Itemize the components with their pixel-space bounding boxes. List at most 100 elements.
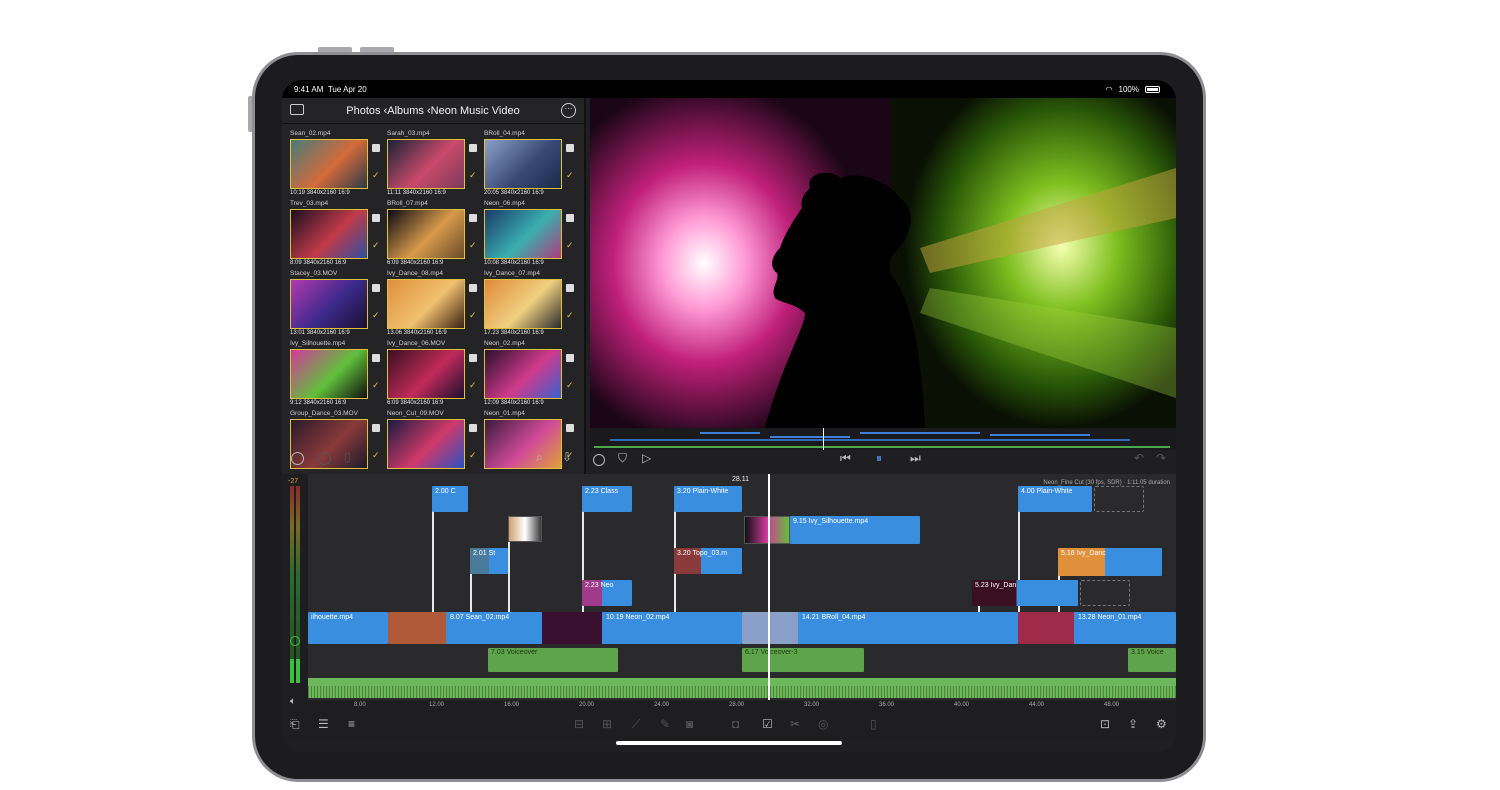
clip-thumbnail — [387, 209, 465, 259]
connected-clip[interactable]: 5.23 Ivy_Dan — [972, 580, 1078, 606]
clip-item[interactable]: Neon_Cut_09.MOV ✓ — [387, 410, 479, 470]
import-icon[interactable]: ⇩ — [562, 451, 572, 463]
index-icon[interactable]: ≡ — [348, 718, 355, 730]
voiceover-clip[interactable]: 6.17 Voiceover-3 — [742, 648, 864, 672]
favorite-check-icon[interactable] — [566, 214, 574, 222]
playhead[interactable] — [768, 474, 770, 700]
select-check-icon[interactable] — [291, 452, 304, 465]
favorite-check-icon[interactable] — [372, 354, 380, 362]
clip-item[interactable]: Ivy_Dance_08.mp4 13.06 3840x2160 16:9 ✓ — [387, 270, 479, 336]
append-icon[interactable]: ⊞ — [602, 718, 612, 730]
favorite-check-icon[interactable] — [469, 284, 477, 292]
clip-item[interactable]: Sean_02.mp4 10:19 3840x2160 16:9 ✓ — [290, 130, 382, 196]
primary-clip[interactable]: ilhouette.mp4 — [308, 612, 388, 644]
folder-icon[interactable] — [290, 104, 304, 115]
trash-icon[interactable]: ▯ — [344, 451, 351, 463]
mini-playhead[interactable] — [823, 428, 824, 450]
voiceover-clip[interactable]: 7.03 Voiceover — [488, 648, 618, 672]
favorite-check-icon[interactable] — [566, 424, 574, 432]
back-icon[interactable]: ⎗ — [290, 718, 300, 730]
clip-item[interactable]: BRoll_04.mp4 20:05 3840x2160 16:9 ✓ — [484, 130, 576, 196]
clip-item[interactable]: Ivy_Dance_06.MOV 6:09 3840x2160 16:9 ✓ — [387, 340, 479, 406]
clip-thumbnail — [387, 349, 465, 399]
clip-item[interactable]: Trev_03.mp4 8:09 3840x2160 16:9 ✓ — [290, 200, 382, 266]
insert-icon[interactable]: ⊟ — [574, 718, 584, 730]
primary-clip[interactable]: 13.28 Neon_01.mp4 — [1018, 612, 1176, 644]
music-track[interactable] — [308, 678, 1176, 698]
share-icon[interactable]: ⇪ — [1128, 718, 1138, 730]
ghost-clip — [1094, 486, 1144, 512]
clip-item[interactable]: Group_Dance_03.MOV ✓ — [290, 410, 382, 470]
primary-clip[interactable]: 10.19 Neon_02.mp4 — [542, 612, 742, 644]
connected-clip[interactable]: 3.20 Topo_03.m — [674, 548, 742, 574]
info-icon[interactable] — [593, 454, 605, 466]
connected-clip[interactable]: 2.23 Neo — [582, 580, 632, 606]
timeline[interactable]: 🔈︎ 2.00 C 2.23 Class 3.20 Plain-White 4.… — [282, 474, 1176, 722]
clip-item[interactable]: Neon_06.mp4 10:08 3840x2160 16:9 ✓ — [484, 200, 576, 266]
screen: 9:41 AM Tue Apr 20 ◠ 100% Photos ‹Albums… — [282, 80, 1176, 752]
title-clip[interactable]: 4.00 Plain-White — [1018, 486, 1092, 512]
track-area[interactable]: 2.00 C 2.23 Class 3.20 Plain-White 4.00 … — [308, 474, 1176, 722]
title-clip[interactable]: 3.20 Plain-White — [674, 486, 742, 512]
status-bar: 9:41 AM Tue Apr 20 ◠ 100% — [282, 80, 1176, 98]
undo-icon[interactable]: ↶ — [1134, 452, 1144, 464]
pencil-icon[interactable]: ✎ — [660, 718, 670, 730]
clip-item[interactable]: BRoll_07.mp4 6:09 3840x2160 16:9 ✓ — [387, 200, 479, 266]
connected-clip[interactable]: 2.01 St — [470, 548, 508, 574]
speaker-icon[interactable]: 🔈︎ — [290, 696, 296, 707]
connected-clip[interactable]: 9.15 Ivy_Silhouette.mp4 — [790, 516, 920, 544]
favorite-check-icon[interactable] — [372, 144, 380, 152]
clip-item[interactable]: Ivy_Dance_07.mp4 17.23 3840x2160 16:9 ✓ — [484, 270, 576, 336]
play-around-icon[interactable]: ▷ — [642, 452, 651, 464]
skip-forward-icon[interactable]: ⏭ — [910, 452, 921, 464]
title-clip[interactable]: 2.00 C — [432, 486, 468, 512]
primary-clip[interactable]: 8.07 Sean_02.mp4 — [388, 612, 542, 644]
favorite-check-icon[interactable] — [566, 284, 574, 292]
mini-timeline[interactable] — [590, 428, 1176, 450]
more-icon[interactable]: ··· — [561, 103, 576, 118]
clip-thumbnail — [484, 349, 562, 399]
redo-icon[interactable]: ↷ — [1156, 452, 1166, 464]
video-viewer[interactable] — [590, 98, 1176, 428]
record-icon[interactable] — [318, 452, 331, 465]
connected-clip[interactable]: 5.16 Ivy_Danc — [1058, 548, 1162, 576]
favorite-check-icon[interactable] — [469, 354, 477, 362]
delete-icon[interactable]: ▯ — [870, 718, 877, 730]
connected-clip-thumb[interactable] — [508, 516, 542, 542]
speed-icon[interactable]: ◎ — [818, 718, 828, 730]
music-waveform — [308, 686, 1176, 698]
audio-level-left — [290, 659, 294, 683]
shield-icon[interactable]: ⛉ — [618, 452, 627, 464]
favorite-check-icon[interactable] — [566, 144, 574, 152]
clip-item[interactable]: Stacey_03.MOV 13:01 3840x2160 16:9 ✓ — [290, 270, 382, 336]
favorite-check-icon[interactable] — [469, 424, 477, 432]
clip-item[interactable]: Ivy_Silhouette.mp4 9:12 3840x2160 16:9 ✓ — [290, 340, 382, 406]
pause-icon[interactable]: ⏸ — [876, 452, 882, 464]
primary-clip[interactable]: 14.21 BRoll_04.mp4 — [742, 612, 1018, 644]
snapshot-icon[interactable]: ◘ — [732, 718, 739, 730]
ghost-clip — [1080, 580, 1130, 606]
favorite-check-icon[interactable] — [469, 144, 477, 152]
favorite-check-icon[interactable] — [469, 214, 477, 222]
favorite-check-icon[interactable] — [372, 284, 380, 292]
scissors-icon[interactable]: ✂ — [790, 718, 800, 730]
voiceover-clip[interactable]: 3.15 Voice — [1128, 648, 1176, 672]
inspector-icon[interactable]: ☰ — [318, 718, 329, 730]
clip-item[interactable]: Neon_02.mp4 12:09 3840x2160 16:9 ✓ — [484, 340, 576, 406]
favorite-check-icon[interactable] — [372, 214, 380, 222]
layout-icon[interactable]: ⊡ — [1100, 718, 1110, 730]
select-icon[interactable]: ☑ — [762, 718, 773, 730]
connected-clip-thumb[interactable] — [744, 516, 790, 544]
favorite-check-icon[interactable] — [372, 424, 380, 432]
settings-gear-icon[interactable]: ⚙ — [1156, 718, 1167, 730]
blade-icon[interactable]: ⟋ — [632, 718, 640, 730]
title-clip[interactable]: 2.23 Class — [582, 486, 632, 512]
clip-item[interactable]: Sarah_03.mp4 11:11 3840x2160 16:9 ✓ — [387, 130, 479, 196]
clip-meta: 6:09 3840x2160 16:9 — [387, 260, 444, 266]
home-indicator[interactable] — [616, 741, 842, 745]
clip-meta: 20:05 3840x2160 16:9 — [484, 190, 544, 196]
search-icon[interactable]: ⌕ — [536, 451, 543, 463]
favorite-check-icon[interactable] — [566, 354, 574, 362]
skip-back-icon[interactable]: ⏮ — [840, 452, 851, 464]
camera-icon[interactable]: ◙ — [686, 718, 693, 730]
